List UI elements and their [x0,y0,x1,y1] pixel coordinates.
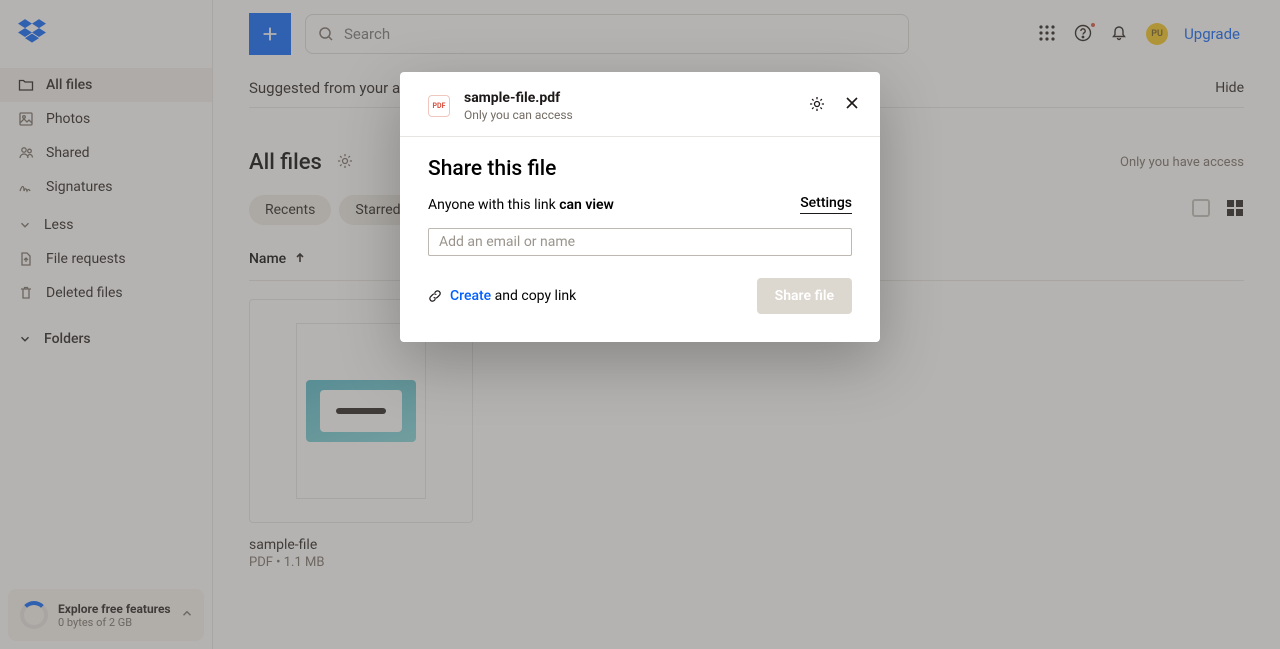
modal-filename: sample-file.pdf [464,90,573,106]
modal-overlay[interactable]: PDF sample-file.pdf Only you can access … [0,0,1280,649]
close-button[interactable] [844,95,860,117]
link-permission-text: Anyone with this link can view [428,197,614,213]
share-file-button[interactable]: Share file [757,278,852,314]
link-settings-button[interactable]: Settings [800,195,852,214]
share-settings-icon[interactable] [808,95,826,117]
pdf-badge-icon: PDF [428,95,450,117]
share-email-input[interactable] [428,228,852,256]
share-modal: PDF sample-file.pdf Only you can access … [400,72,880,342]
modal-title: Share this file [428,157,852,181]
link-icon [428,289,442,303]
modal-access-text: Only you can access [464,108,573,122]
create-copy-link[interactable]: Create and copy link [428,288,576,304]
